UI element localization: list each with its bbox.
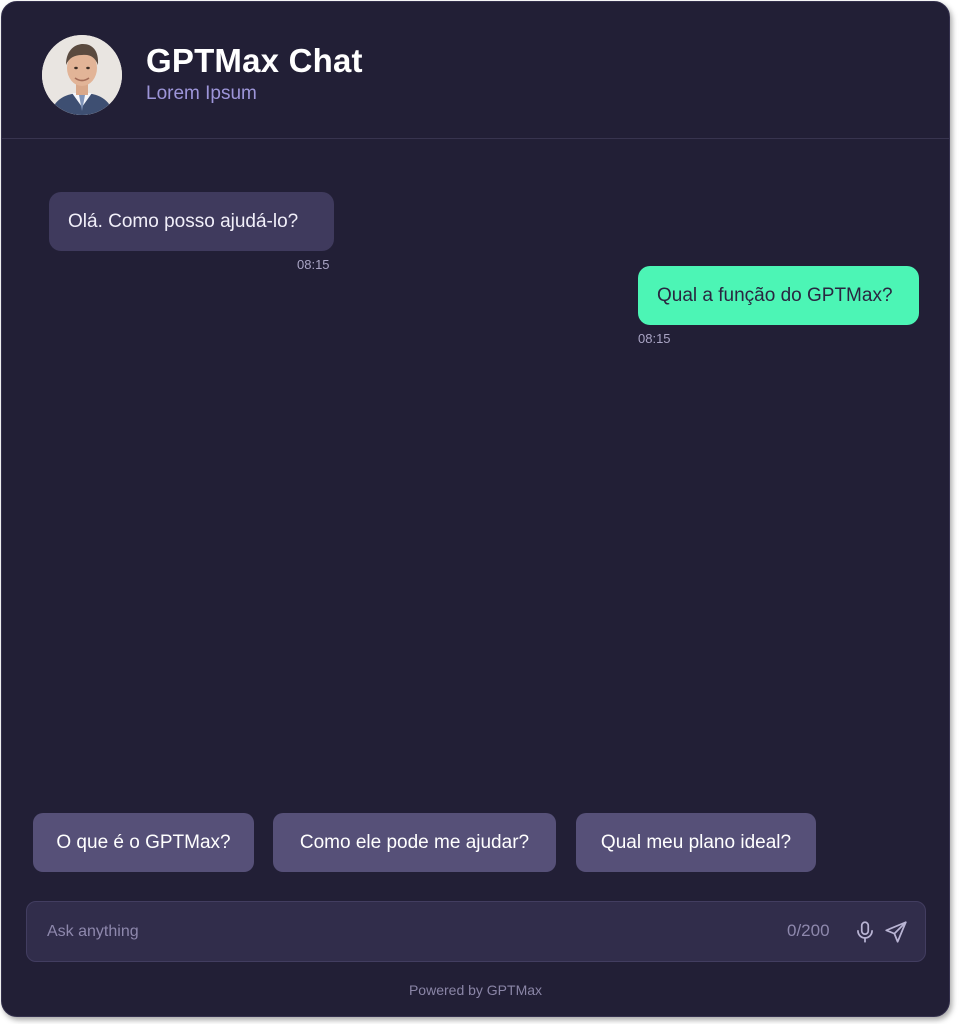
- powered-by-footer: Powered by GPTMax: [408, 982, 543, 998]
- microphone-button[interactable]: [852, 919, 878, 945]
- microphone-icon: [857, 921, 873, 943]
- user-message-bubble: Qual a função do GPTMax?: [638, 266, 919, 325]
- chat-subtitle: Lorem Ipsum: [146, 83, 257, 104]
- character-counter: 0/200: [787, 921, 830, 940]
- chat-header: GPTMax Chat Lorem Ipsum: [2, 2, 949, 139]
- suggestion-what-is-gptmax-button[interactable]: O que é o GPTMax?: [33, 813, 254, 872]
- message-input-bar: 0/200: [26, 901, 926, 962]
- chat-title: GPTMax Chat: [146, 42, 363, 79]
- user-message-time: 08:15: [638, 331, 671, 346]
- avatar: [42, 35, 122, 115]
- person-avatar-icon: [42, 35, 122, 115]
- send-icon: [885, 921, 907, 943]
- suggestion-ideal-plan-button[interactable]: Qual meu plano ideal?: [576, 813, 816, 872]
- bot-message-time: 08:15: [297, 257, 330, 272]
- suggestion-how-can-it-help-button[interactable]: Como ele pode me ajudar?: [273, 813, 556, 872]
- chat-window: GPTMax Chat Lorem Ipsum Olá. Como posso …: [1, 1, 950, 1017]
- send-button[interactable]: [883, 919, 909, 945]
- message-input[interactable]: [47, 902, 767, 961]
- bot-message-bubble: Olá. Como posso ajudá-lo?: [49, 192, 334, 251]
